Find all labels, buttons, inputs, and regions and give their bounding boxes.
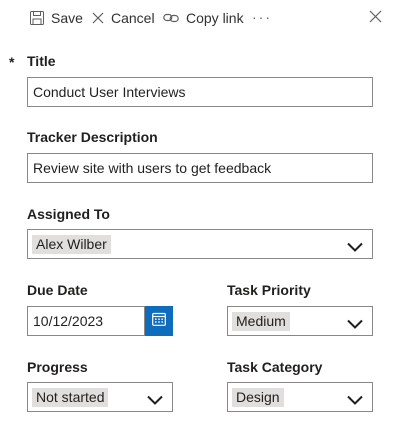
close-icon [369, 10, 382, 27]
chevron-down-icon [347, 392, 363, 410]
progress-value: Not started [32, 388, 109, 407]
more-icon: ··· [252, 9, 272, 25]
calendar-icon [152, 312, 166, 331]
assigned-to-dropdown[interactable]: Alex Wilber [27, 229, 373, 259]
close-button[interactable] [369, 10, 382, 28]
tracker-description-label: Tracker Description [27, 129, 158, 145]
save-button[interactable]: Save [30, 8, 83, 28]
title-input[interactable]: Conduct User Interviews [27, 77, 373, 107]
date-picker-button[interactable] [145, 306, 173, 336]
task-priority-value: Medium [232, 312, 290, 331]
more-options-button[interactable]: ··· [252, 7, 272, 27]
task-category-dropdown[interactable]: Design [227, 382, 373, 412]
tracker-description-input[interactable]: Review site with users to get feedback [27, 153, 373, 183]
title-label: Title [27, 53, 56, 69]
copy-link-label: Copy link [186, 10, 244, 26]
task-category-value: Design [232, 388, 284, 407]
due-date-label: Due Date [27, 282, 88, 298]
save-label: Save [51, 10, 83, 26]
command-bar: Save Cancel Copy link ··· [0, 0, 398, 34]
assigned-to-value: Alex Wilber [32, 235, 111, 254]
chevron-down-icon [347, 239, 363, 257]
required-marker: * [9, 54, 15, 70]
chevron-down-icon [347, 316, 363, 334]
due-date-input[interactable]: 10/12/2023 [27, 306, 145, 336]
task-priority-label: Task Priority [227, 282, 311, 298]
progress-label: Progress [27, 359, 88, 375]
progress-dropdown[interactable]: Not started [27, 382, 173, 412]
cancel-button[interactable]: Cancel [92, 8, 155, 28]
cancel-label: Cancel [111, 10, 155, 26]
chevron-down-icon [147, 392, 163, 410]
link-icon [163, 12, 179, 24]
cancel-icon [92, 12, 104, 24]
copy-link-button[interactable]: Copy link [163, 8, 244, 28]
assigned-to-label: Assigned To [27, 206, 110, 222]
save-icon [30, 11, 44, 25]
task-category-label: Task Category [227, 359, 323, 375]
task-priority-dropdown[interactable]: Medium [227, 306, 373, 336]
